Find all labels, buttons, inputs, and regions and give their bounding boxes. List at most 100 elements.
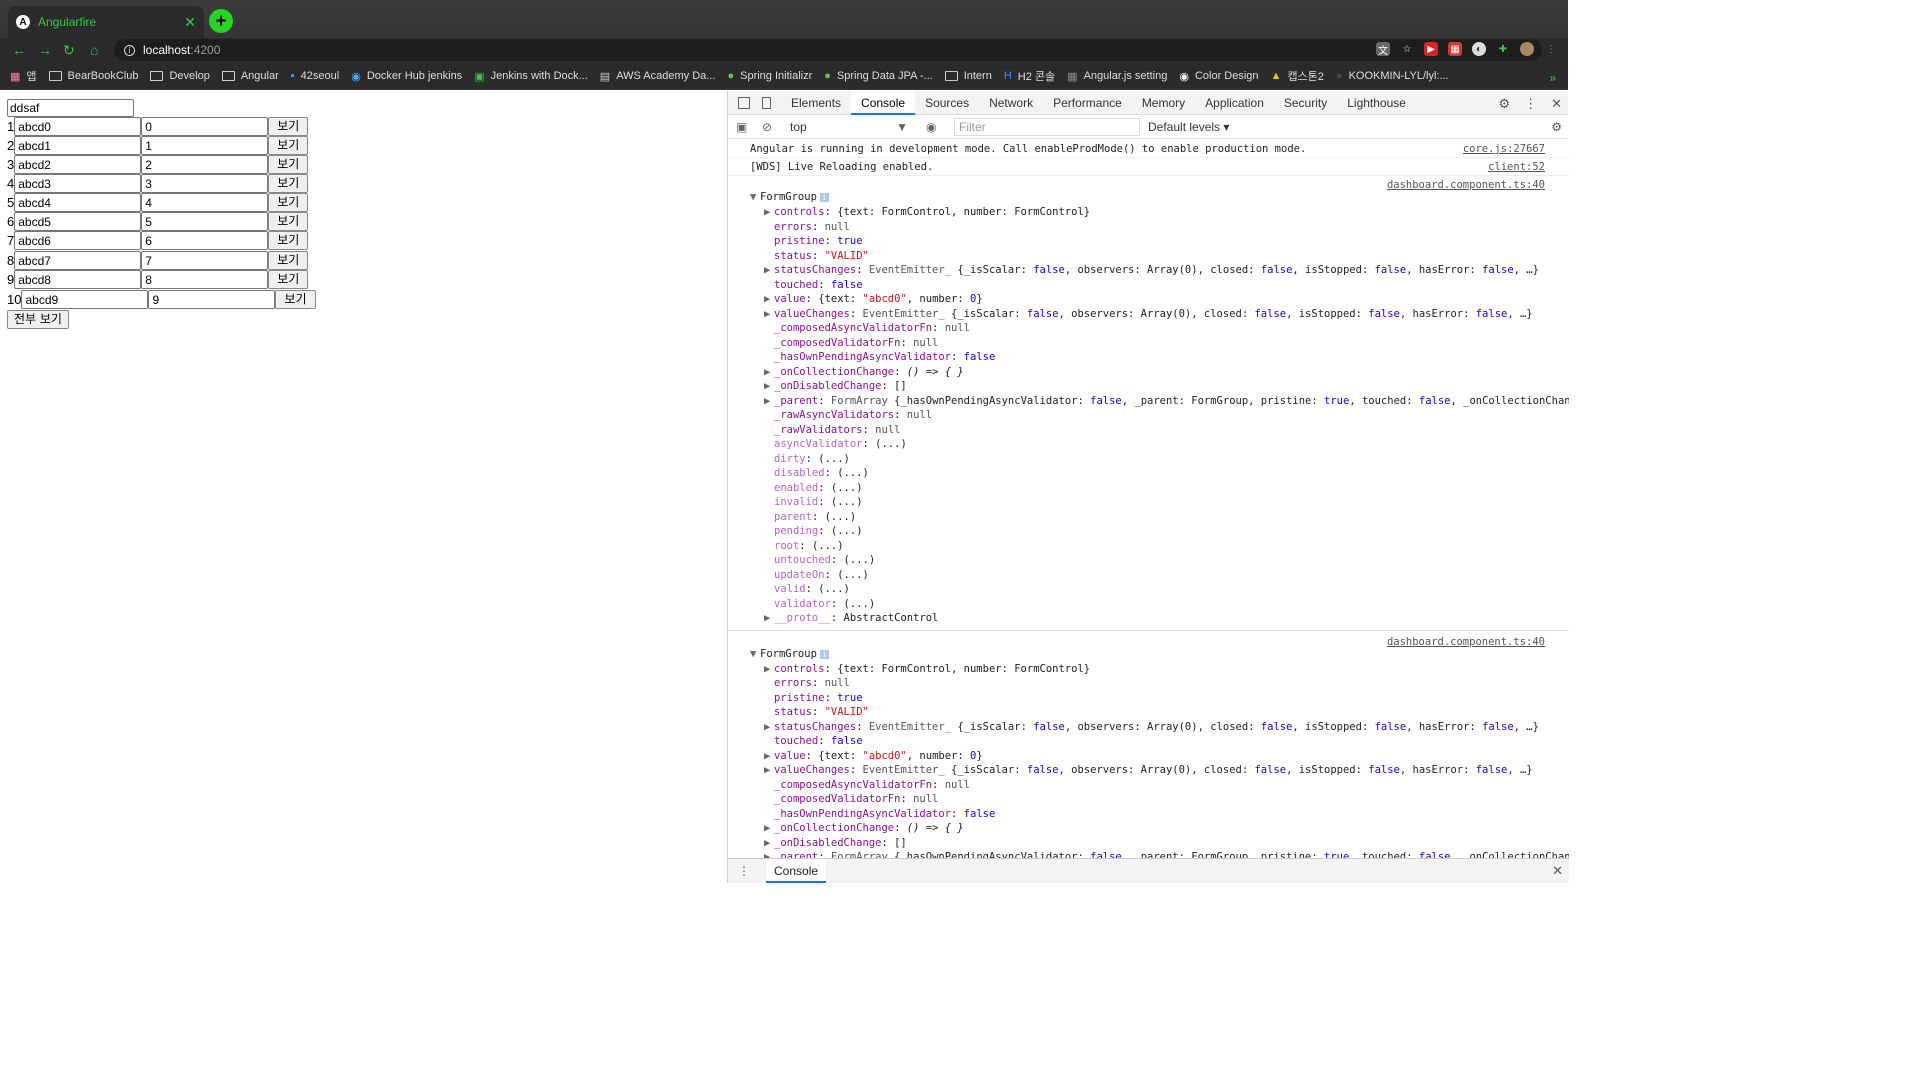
object-property[interactable]: pending: (...) (728, 524, 1569, 539)
view-button[interactable]: 보기 (268, 270, 309, 289)
view-all-button[interactable]: 전부 보기 (7, 310, 69, 329)
drawer-tab-console[interactable]: Console (766, 859, 827, 883)
object-property[interactable]: ▶ value: {text: "abcd0", number: 0} (728, 749, 1569, 764)
site-info-icon[interactable]: i (124, 44, 135, 56)
object-property[interactable]: ▶ valueChanges: EventEmitter_ {_isScalar:… (728, 763, 1569, 778)
settings-gear-icon[interactable]: ⚙ (1498, 96, 1510, 112)
object-property[interactable]: disabled: (...) (728, 466, 1569, 481)
top-text-input[interactable] (7, 99, 134, 117)
object-property[interactable]: ▶ _onCollectionChange: () => { } (728, 365, 1569, 380)
more-options-icon[interactable]: ⋮ (1524, 96, 1537, 112)
tab-security[interactable]: Security (1274, 91, 1337, 115)
translate-icon[interactable]: 文 (1376, 42, 1390, 57)
more-bookmarks-icon[interactable]: » (1549, 71, 1556, 85)
text-input[interactable] (14, 231, 142, 250)
address-bar[interactable]: i localhost:4200 (114, 39, 1542, 61)
tab-network[interactable]: Network (979, 91, 1043, 115)
new-tab-button[interactable]: + (209, 9, 233, 33)
clear-console-icon[interactable]: ⊘ (762, 120, 772, 134)
home-icon[interactable]: ⌂ (90, 42, 98, 58)
tab-console[interactable]: Console (851, 90, 916, 115)
tab-performance[interactable]: Performance (1043, 91, 1132, 115)
sidebar-toggle-icon[interactable]: ▣ (736, 120, 747, 134)
object-property[interactable]: ▶ _onCollectionChange: () => { } (728, 821, 1569, 836)
console-settings-icon[interactable]: ⚙ (1551, 120, 1562, 134)
view-button[interactable]: 보기 (275, 290, 316, 309)
inspect-element-icon[interactable] (738, 96, 750, 109)
number-input[interactable] (141, 212, 269, 231)
live-expression-eye-icon[interactable]: ◉ (926, 120, 936, 134)
tab-lighthouse[interactable]: Lighthouse (1337, 91, 1416, 115)
tab-sources[interactable]: Sources (915, 91, 979, 115)
bookmark-item[interactable]: ● KOOKMIN-LYL/lyl:... (1336, 70, 1449, 82)
object-property[interactable]: enabled: (...) (728, 481, 1569, 496)
text-input[interactable] (21, 290, 149, 309)
bookmark-item[interactable]: ◉ Color Design (1179, 70, 1258, 83)
text-input[interactable] (14, 155, 142, 174)
bookmark-apps[interactable]: ▦ 앱 (10, 68, 37, 84)
view-button[interactable]: 보기 (268, 155, 309, 174)
object-property[interactable]: ▶ _parent: FormArray {_hasOwnPendingAsync… (728, 850, 1569, 858)
bookmark-item[interactable]: Angular (221, 70, 279, 82)
object-property[interactable]: asyncValidator: (...) (728, 437, 1569, 452)
bookmark-item[interactable]: ▦ Angular.js setting (1067, 70, 1167, 83)
bookmark-item[interactable]: ▲ 캡스톤2 (1271, 68, 1324, 84)
text-input[interactable] (14, 193, 142, 212)
tab-application[interactable]: Application (1195, 91, 1274, 115)
object-property[interactable]: ▶ _parent: FormArray {_hasOwnPendingAsync… (728, 394, 1569, 409)
object-property[interactable]: ▶ _onDisabledChange: [] (728, 379, 1569, 394)
bookmark-item[interactable]: ▪ 42seoul (291, 70, 339, 82)
bookmark-item[interactable]: ◉ Docker Hub jenkins (351, 70, 462, 83)
text-input[interactable] (14, 212, 142, 231)
object-property[interactable]: invalid: (...) (728, 495, 1569, 510)
view-button[interactable]: 보기 (268, 136, 309, 155)
text-input[interactable] (14, 117, 142, 136)
number-input[interactable] (141, 231, 269, 250)
bookmark-item[interactable]: BearBookClub (48, 70, 138, 82)
object-property[interactable]: ▶ statusChanges: EventEmitter_ {_isScalar… (728, 720, 1569, 735)
object-property[interactable]: ▶ controls: {text: FormControl, number: F… (728, 662, 1569, 677)
object-property[interactable]: valid: (...) (728, 582, 1569, 597)
reload-icon[interactable]: ↻ (63, 42, 75, 59)
menu-kebab-icon[interactable]: ⋮ (1544, 42, 1558, 56)
object-property[interactable]: ▶ value: {text: "abcd0", number: 0} (728, 292, 1569, 307)
number-input[interactable] (141, 174, 269, 193)
bookmark-item[interactable]: H H2 콘솔 (1004, 68, 1055, 84)
number-input[interactable] (141, 270, 269, 289)
source-link[interactable]: dashboard.component.ts:40 (1387, 178, 1545, 193)
close-drawer-icon[interactable]: ✕ (1552, 863, 1563, 879)
bookmark-item[interactable]: Intern (944, 70, 992, 82)
bookmark-item[interactable]: ● Spring Data JPA -... (824, 70, 932, 82)
bookmark-item[interactable]: ● Spring Initializr (727, 70, 812, 82)
drawer-menu-icon[interactable]: ⋮ (738, 864, 750, 878)
view-button[interactable]: 보기 (268, 251, 309, 270)
view-button[interactable]: 보기 (268, 212, 309, 231)
source-link[interactable]: client:52 (1488, 160, 1545, 175)
object-property[interactable]: dirty: (...) (728, 452, 1569, 467)
number-input[interactable] (141, 193, 269, 212)
object-property[interactable]: ▶ __proto__: AbstractControl (728, 611, 1569, 626)
text-input[interactable] (14, 136, 142, 155)
object-property[interactable]: parent: (...) (728, 510, 1569, 525)
filter-input[interactable]: Filter (954, 118, 1140, 136)
number-input[interactable] (141, 155, 269, 174)
forward-icon[interactable]: → (38, 42, 52, 58)
bookmark-item[interactable]: ▣ Jenkins with Dock... (474, 70, 588, 83)
object-property[interactable]: validator: (...) (728, 597, 1569, 612)
extension-calendar-icon[interactable]: ▦ (1448, 42, 1462, 56)
text-input[interactable] (14, 270, 142, 289)
object-property[interactable]: ▶ valueChanges: EventEmitter_ {_isScalar:… (728, 307, 1569, 322)
star-icon[interactable]: ☆ (1400, 42, 1414, 56)
close-tab-icon[interactable]: ✕ (184, 14, 196, 31)
extensions-puzzle-icon[interactable]: ✚ (1496, 42, 1510, 56)
source-link[interactable]: core.js:27667 (1463, 142, 1545, 157)
object-property[interactable]: ▶ controls: {text: FormControl, number: F… (728, 205, 1569, 220)
object-property[interactable]: ▶ _onDisabledChange: [] (728, 836, 1569, 851)
back-icon[interactable]: ← (12, 42, 26, 58)
view-button[interactable]: 보기 (268, 117, 309, 136)
browser-tab[interactable]: A Angularfire ✕ (8, 6, 204, 38)
text-input[interactable] (14, 174, 142, 193)
device-toolbar-icon[interactable] (762, 96, 771, 109)
bookmark-item[interactable]: Develop (150, 70, 210, 82)
view-button[interactable]: 보기 (268, 193, 309, 212)
